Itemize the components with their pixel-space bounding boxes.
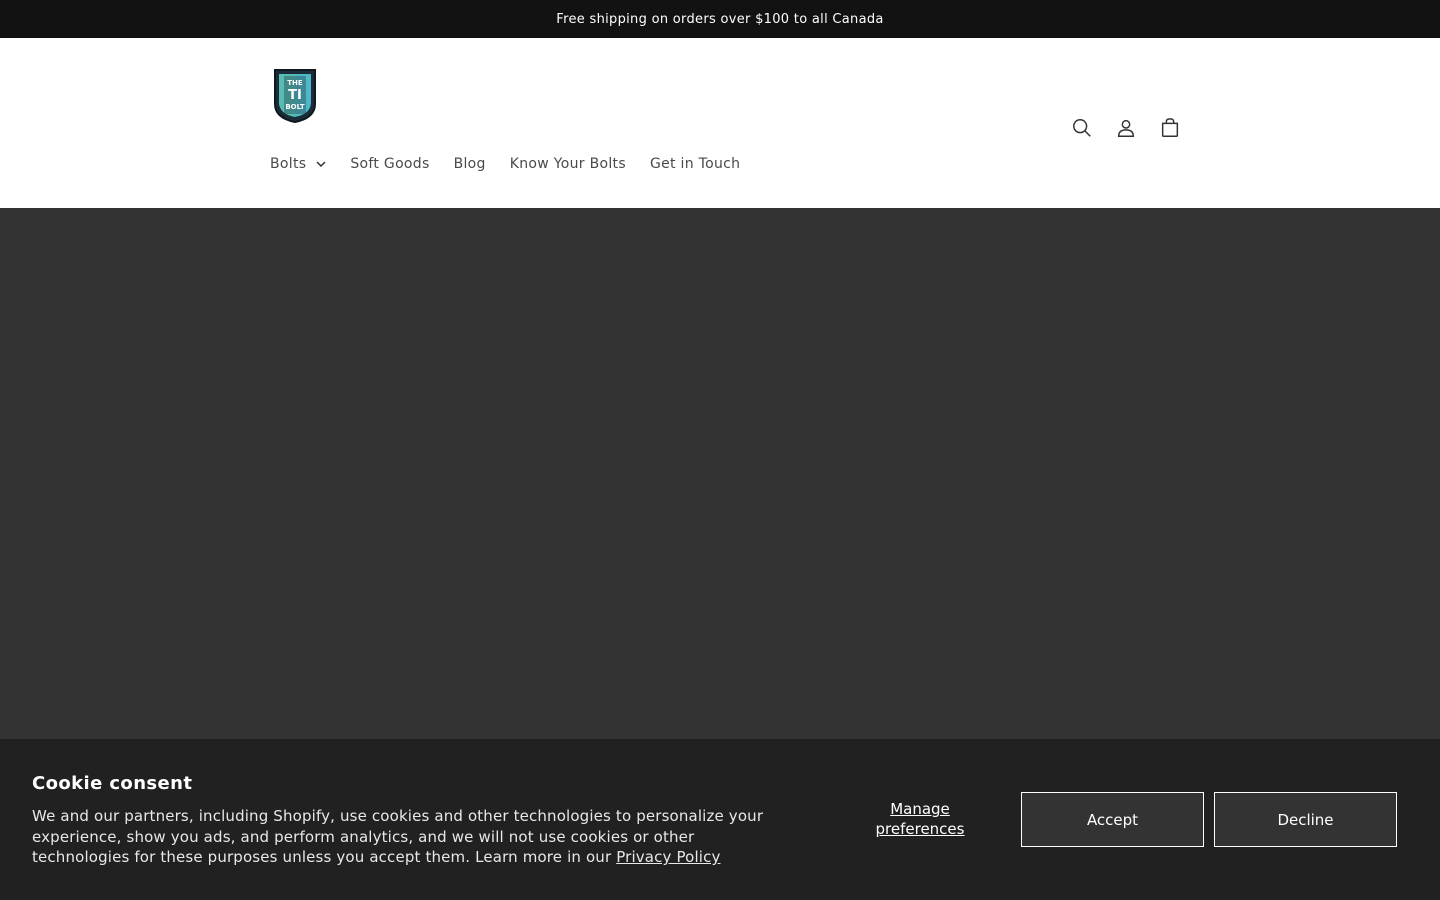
privacy-policy-link[interactable]: Privacy Policy: [616, 848, 720, 866]
cart-icon[interactable]: [1158, 116, 1182, 140]
nav-item-know-your-bolts[interactable]: Know Your Bolts: [510, 156, 626, 172]
manage-preferences-link[interactable]: Manage preferences: [850, 799, 990, 839]
cookie-title: Cookie consent: [32, 773, 193, 794]
nav-item-get-in-touch[interactable]: Get in Touch: [650, 156, 740, 172]
main-nav: Bolts Soft Goods Blog Know Your Bolts Ge…: [270, 156, 740, 172]
chevron-down-icon: [316, 161, 326, 167]
search-icon[interactable]: [1070, 116, 1094, 140]
nav-item-soft-goods[interactable]: Soft Goods: [350, 156, 429, 172]
accept-button[interactable]: Accept: [1021, 792, 1204, 847]
svg-text:THE: THE: [287, 79, 303, 87]
svg-text:BOLT: BOLT: [285, 103, 305, 111]
cookie-consent-banner: Cookie consent We and our partners, incl…: [0, 739, 1440, 900]
announcement-text: Free shipping on orders over $100 to all…: [556, 11, 884, 27]
nav-item-blog[interactable]: Blog: [454, 156, 486, 172]
nav-item-bolts[interactable]: Bolts: [270, 156, 326, 172]
svg-text:TI: TI: [288, 88, 302, 103]
announcement-bar: Free shipping on orders over $100 to all…: [0, 0, 1440, 38]
logo-shield-icon: THE TI BOLT: [274, 69, 316, 124]
decline-button[interactable]: Decline: [1214, 792, 1397, 847]
account-icon[interactable]: [1114, 116, 1138, 140]
logo[interactable]: THE TI BOLT: [270, 68, 320, 124]
header-icons: [1070, 116, 1182, 140]
site-header: THE TI BOLT Bolts Soft Goods Blog Know Y…: [0, 38, 1440, 208]
cookie-body: We and our partners, including Shopify, …: [32, 807, 764, 866]
hero-banner: [0, 208, 1440, 739]
